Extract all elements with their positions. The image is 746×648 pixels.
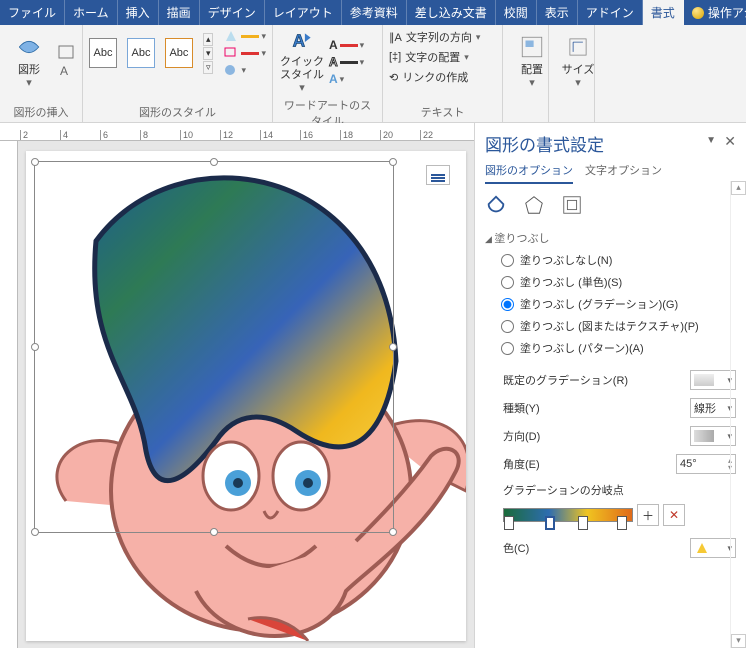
svg-text:A: A — [60, 64, 68, 78]
shape-style-1[interactable]: Abc — [89, 38, 117, 68]
group-shape-styles: 図形のスタイル — [89, 102, 266, 122]
tab-design[interactable]: デザイン — [200, 0, 265, 25]
tab-format[interactable]: 書式 — [643, 0, 684, 25]
tab-addins[interactable]: アドイン — [578, 0, 643, 25]
text-fill-button[interactable]: A▾ — [329, 38, 364, 52]
remove-stop-button[interactable]: ✕ — [663, 504, 685, 526]
close-pane-icon[interactable]: ✕ — [724, 133, 736, 150]
shape-style-2[interactable]: Abc — [127, 38, 155, 68]
chevron-down-icon: ▾ — [26, 77, 32, 90]
format-shape-pane: ▼ ✕ 図形の書式設定 図形のオプション 文字オプション 塗りつぶし 塗りつぶし… — [474, 123, 746, 648]
text-align-icon: [‡] — [389, 51, 401, 63]
fill-solid-radio[interactable]: 塗りつぶし (単色)(S) — [501, 274, 736, 290]
document-canvas[interactable]: 246810121416182022 — [0, 123, 474, 648]
text-outline-button[interactable]: A▾ — [329, 55, 364, 69]
style-gallery-more-icon[interactable]: ▿ — [203, 61, 214, 74]
pane-tab-text-options[interactable]: 文字オプション — [585, 162, 662, 184]
layout-options-icon[interactable] — [426, 165, 450, 185]
pane-scrollbar[interactable]: ▴▾ — [730, 181, 746, 648]
fill-gradient-radio[interactable]: 塗りつぶし (グラデーション)(G) — [501, 296, 736, 312]
tab-review[interactable]: 校閲 — [496, 0, 537, 25]
group-text: テキスト — [389, 102, 496, 122]
gradient-angle-input[interactable]: 45°▴▾ — [676, 454, 736, 474]
tell-me[interactable]: 操作アシス — [684, 0, 746, 25]
fill-none-radio[interactable]: 塗りつぶしなし(N) — [501, 252, 736, 268]
text-direction-button[interactable]: ∥A文字列の方向 ▾ — [389, 29, 496, 45]
style-scroll-up-icon[interactable]: ▴ — [203, 33, 214, 46]
fill-picture-radio[interactable]: 塗りつぶし (図またはテクスチャ)(P) — [501, 318, 736, 334]
bulb-icon — [692, 7, 704, 19]
fill-line-icon[interactable] — [485, 194, 507, 216]
tab-home[interactable]: ホーム — [65, 0, 118, 25]
horizontal-ruler[interactable]: 246810121416182022 — [0, 123, 474, 141]
add-stop-button[interactable]: ＋ — [637, 504, 659, 526]
group-insert-shapes: 図形の挿入 — [6, 102, 76, 122]
text-direction-icon: ∥A — [389, 31, 402, 44]
gradient-angle-label: 角度(E) — [503, 456, 540, 472]
link-icon: ⟲ — [389, 71, 398, 84]
effects-icon[interactable] — [523, 194, 545, 216]
quick-styles-button[interactable]: A クイック スタイル ▾ — [279, 29, 325, 95]
quick-styles-label: クイック スタイル — [280, 56, 324, 82]
pane-title: 図形の書式設定 — [485, 131, 736, 156]
text-effects-button[interactable]: A▾ — [329, 72, 364, 86]
tab-draw[interactable]: 描画 — [159, 0, 200, 25]
tab-mailings[interactable]: 差し込み文書 — [407, 0, 496, 25]
style-scroll-down-icon[interactable]: ▾ — [203, 47, 214, 60]
gradient-stops-label: グラデーションの分岐点 — [485, 482, 736, 498]
create-link-button[interactable]: ⟲リンクの作成 — [389, 69, 496, 85]
shape-fill-button[interactable]: ▾ — [223, 29, 266, 43]
size-label: サイズ — [562, 64, 595, 77]
svg-text:A: A — [293, 30, 305, 50]
position-label: 配置 — [521, 64, 543, 77]
tab-layout[interactable]: レイアウト — [265, 0, 342, 25]
tab-references[interactable]: 参考資料 — [342, 0, 407, 25]
tab-view[interactable]: 表示 — [537, 0, 578, 25]
page — [26, 151, 466, 641]
size-button[interactable]: サイズ ▾ — [555, 29, 601, 95]
text-box-icon[interactable]: A — [58, 63, 76, 79]
insert-shape-button[interactable]: 図形 ▾ — [6, 29, 52, 95]
layout-props-icon[interactable] — [561, 194, 583, 216]
pane-tab-shape-options[interactable]: 図形のオプション — [485, 162, 573, 184]
insert-shape-label: 図形 — [18, 64, 40, 77]
fill-section-header[interactable]: 塗りつぶし — [485, 230, 736, 246]
stop-color-label: 色(C) — [503, 540, 529, 556]
tell-me-label: 操作アシス — [708, 4, 746, 21]
ribbon: 図形 ▾ A 図形の挿入 Abc Abc Abc ▴ ▾ ▿ ▾ ▾ ▾ — [0, 25, 746, 123]
gradient-stops-slider[interactable] — [503, 508, 633, 522]
vertical-ruler[interactable] — [0, 141, 18, 648]
edit-shape-icon[interactable] — [58, 45, 76, 61]
tab-insert[interactable]: 挿入 — [118, 0, 159, 25]
shape-style-3[interactable]: Abc — [165, 38, 193, 68]
text-align-button[interactable]: [‡]文字の配置 ▾ — [389, 49, 496, 65]
gradient-direction-label: 方向(D) — [503, 428, 540, 444]
pane-menu-icon[interactable]: ▼ — [706, 135, 716, 146]
tab-file[interactable]: ファイル — [0, 0, 65, 25]
shape-effects-button[interactable]: ▾ — [223, 63, 266, 77]
gradient-type-label: 種類(Y) — [503, 400, 540, 416]
shape-outline-button[interactable]: ▾ — [223, 46, 266, 60]
preset-gradient-label: 既定のグラデーション(R) — [503, 372, 628, 388]
fill-pattern-radio[interactable]: 塗りつぶし (パターン)(A) — [501, 340, 736, 356]
